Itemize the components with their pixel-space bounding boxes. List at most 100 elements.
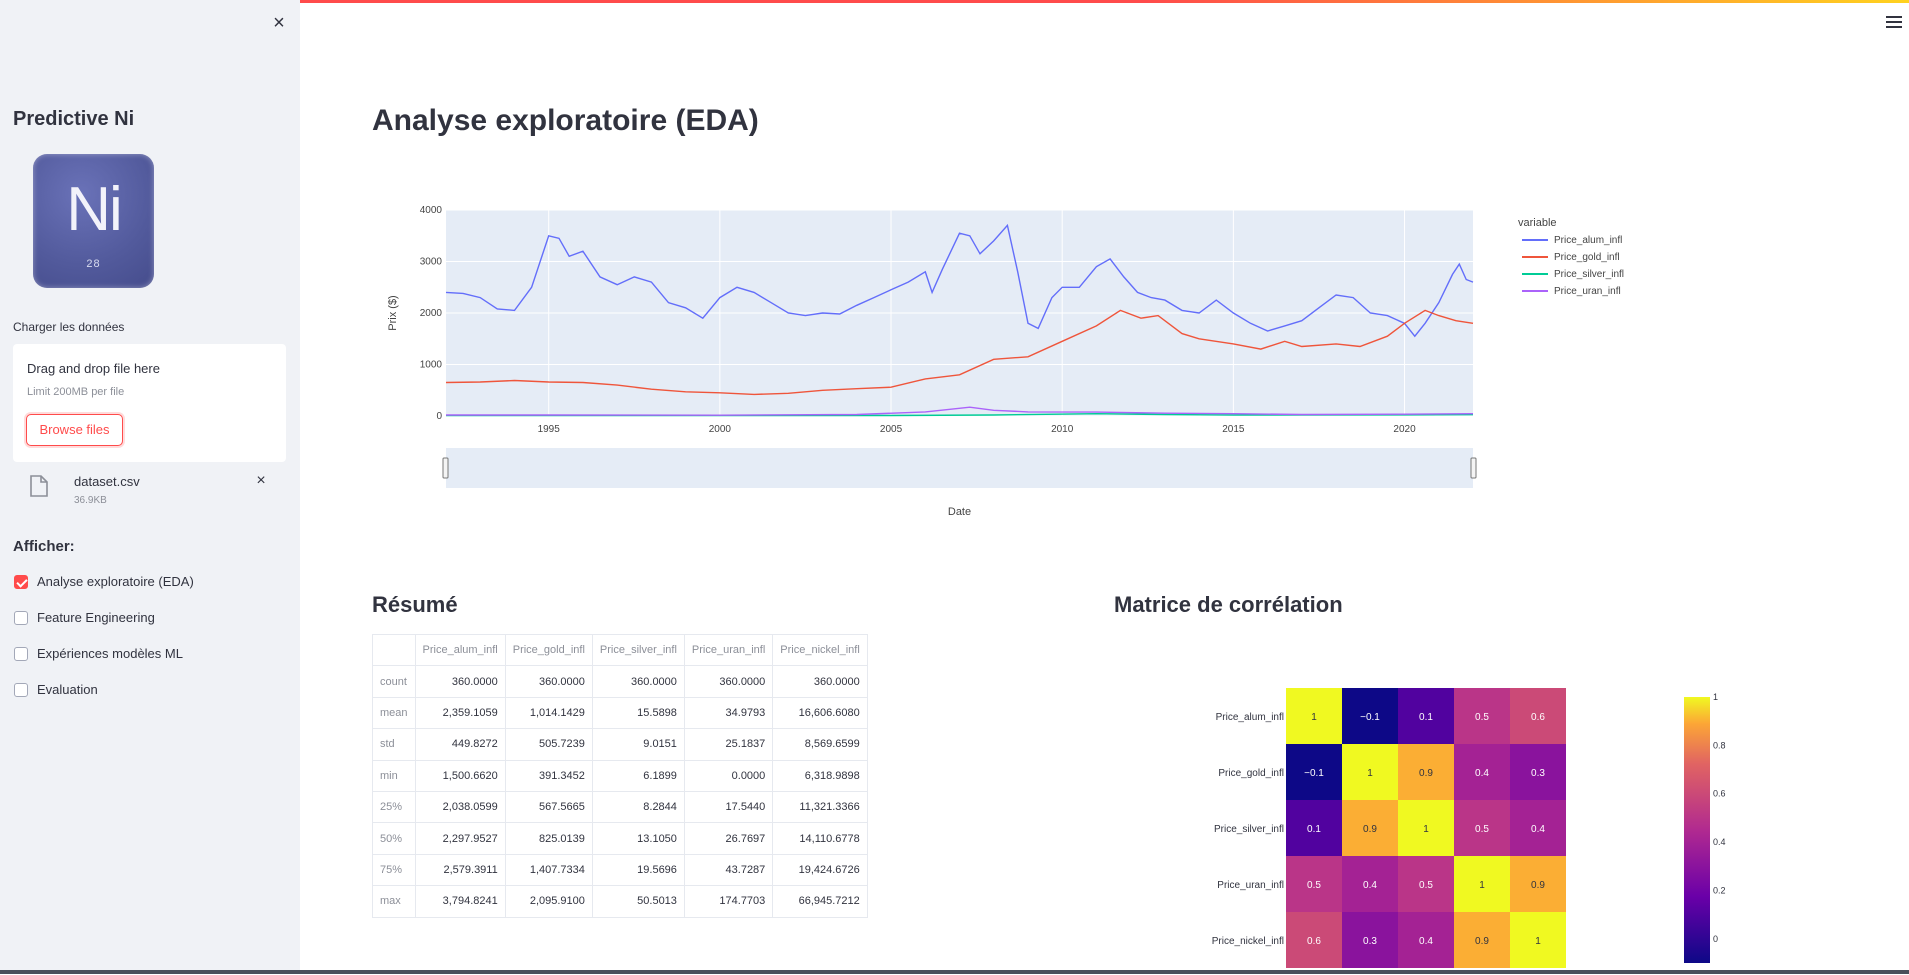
option-0[interactable]: Analyse exploratoire (EDA) [14,572,274,592]
heatmap-row-label: Price_uran_infl [1217,880,1284,891]
table-cell: 505.7239 [505,729,592,760]
main-menu-icon[interactable] [1886,16,1902,28]
table-cell: 3,794.8241 [415,886,505,917]
column-header: Price_nickel_infl [773,635,867,666]
range-handle-right[interactable] [1471,458,1476,478]
table-row: std449.8272505.72399.015125.18378,569.65… [373,729,868,760]
option-3[interactable]: Evaluation [14,680,274,700]
checkbox-label: Analyse exploratoire (EDA) [37,574,194,589]
heatmap-value: 0.9 [1419,768,1433,779]
table-cell: 2,359.1059 [415,697,505,728]
close-sidebar-icon[interactable]: × [268,12,290,34]
heatmap-row-label: Price_silver_infl [1214,824,1284,835]
legend-entry[interactable]: Price_alum_infl [1554,235,1622,246]
correlation-title: Matrice de corrélation [1114,592,1343,618]
row-header: mean [373,697,416,728]
table-cell: 6.1899 [592,760,684,791]
table-cell: 174.7703 [684,886,772,917]
price-line-chart[interactable]: 1995200020052010201520200100020003000400… [380,200,1860,530]
heatmap-value: 0.5 [1307,880,1321,891]
table-cell: 1,407.7334 [505,854,592,885]
table-cell: 15.5898 [592,697,684,728]
table-row: count360.0000360.0000360.0000360.0000360… [373,666,868,697]
x-tick-label: 2000 [709,424,732,435]
y-tick-label: 4000 [420,205,443,216]
remove-file-icon[interactable]: × [252,472,270,490]
row-header: std [373,729,416,760]
file-name: dataset.csv [74,474,140,489]
heatmap-value: 0.1 [1419,712,1433,723]
heatmap-value: 0.6 [1307,936,1321,947]
y-axis-title: Prix ($) [387,295,399,330]
heatmap-row-label: Price_nickel_infl [1212,936,1284,947]
table-cell: 9.0151 [592,729,684,760]
column-header: Price_gold_infl [505,635,592,666]
row-header: count [373,666,416,697]
checkbox-label: Expériences modèles ML [37,646,183,661]
table-cell: 19.5696 [592,854,684,885]
heatmap-svg[interactable]: Price_alum_infl 1 −0.1 0.1 0.5 0.6 Price_gold_… [1180,680,1780,970]
checkbox[interactable] [14,647,28,661]
column-header [373,635,416,666]
table-cell: 50.5013 [592,886,684,917]
table-row: max3,794.82412,095.910050.5013174.770366… [373,886,868,917]
option-2[interactable]: Expériences modèles ML [14,644,274,664]
page-title: Analyse exploratoire (EDA) [372,104,759,138]
x-tick-label: 2005 [880,424,903,435]
heatmap-value: −0.1 [1304,768,1324,779]
file-dropzone[interactable]: Drag and drop file here Limit 200MB per … [13,344,286,462]
heatmap-value: 0.1 [1307,824,1321,835]
heatmap-value: 1 [1311,712,1317,723]
y-tick-label: 3000 [420,257,443,268]
range-handle-left[interactable] [443,458,448,478]
column-header: Price_uran_infl [684,635,772,666]
x-tick-label: 1995 [538,424,561,435]
colorbar-tick: 1 [1713,692,1718,702]
row-header: 75% [373,854,416,885]
colorbar-tick: 0 [1713,934,1718,944]
row-header: max [373,886,416,917]
browse-files-button[interactable]: Browse files [26,414,123,446]
app-title: Predictive Ni [13,108,134,131]
colorbar-tick: 0.2 [1713,885,1726,895]
x-tick-label: 2010 [1051,424,1074,435]
summary-title: Résumé [372,592,458,618]
heatmap-row-label: Price_gold_infl [1218,768,1284,779]
heatmap-value: −0.1 [1360,712,1380,723]
table-cell: 26.7697 [684,823,772,854]
table-cell: 8,569.6599 [773,729,867,760]
checkbox-label: Feature Engineering [37,610,155,625]
checkbox[interactable] [14,611,28,625]
heatmap-value: 0.4 [1531,824,1545,835]
line-chart-svg[interactable]: 1995200020052010201520200100020003000400… [380,200,1860,530]
heatmap-value: 0.5 [1475,712,1489,723]
table-cell: 360.0000 [415,666,505,697]
correlation-heatmap[interactable]: Price_alum_infl 1 −0.1 0.1 0.5 0.6 Price_gold_… [1180,680,1780,970]
table-row: mean2,359.10591,014.142915.589834.979316… [373,697,868,728]
heatmap-value: 0.4 [1419,936,1433,947]
table-cell: 14,110.6778 [773,823,867,854]
column-header: Price_silver_infl [592,635,684,666]
checkbox[interactable] [14,575,28,589]
heatmap-row-label: Price_alum_infl [1216,712,1284,723]
legend-entry[interactable]: Price_uran_infl [1554,286,1621,297]
legend-entry[interactable]: Price_silver_infl [1554,269,1624,280]
table-cell: 2,038.0599 [415,791,505,822]
table-cell: 360.0000 [684,666,772,697]
table-cell: 2,095.9100 [505,886,592,917]
nickel-element-logo: Ni 28 [33,154,154,288]
legend-entry[interactable]: Price_gold_infl [1554,252,1620,263]
table-cell: 825.0139 [505,823,592,854]
table-cell: 19,424.6726 [773,854,867,885]
heatmap-value: 0.9 [1531,880,1545,891]
checkbox-label: Evaluation [37,682,98,697]
column-header: Price_alum_infl [415,635,505,666]
colorbar-tick: 0.6 [1713,789,1726,799]
table-cell: 25.1837 [684,729,772,760]
checkbox[interactable] [14,683,28,697]
option-1[interactable]: Feature Engineering [14,608,274,628]
bottom-taskbar [0,970,1909,974]
row-header: min [373,760,416,791]
logo-atomic-number: 28 [33,258,154,270]
range-slider[interactable] [446,448,1473,488]
